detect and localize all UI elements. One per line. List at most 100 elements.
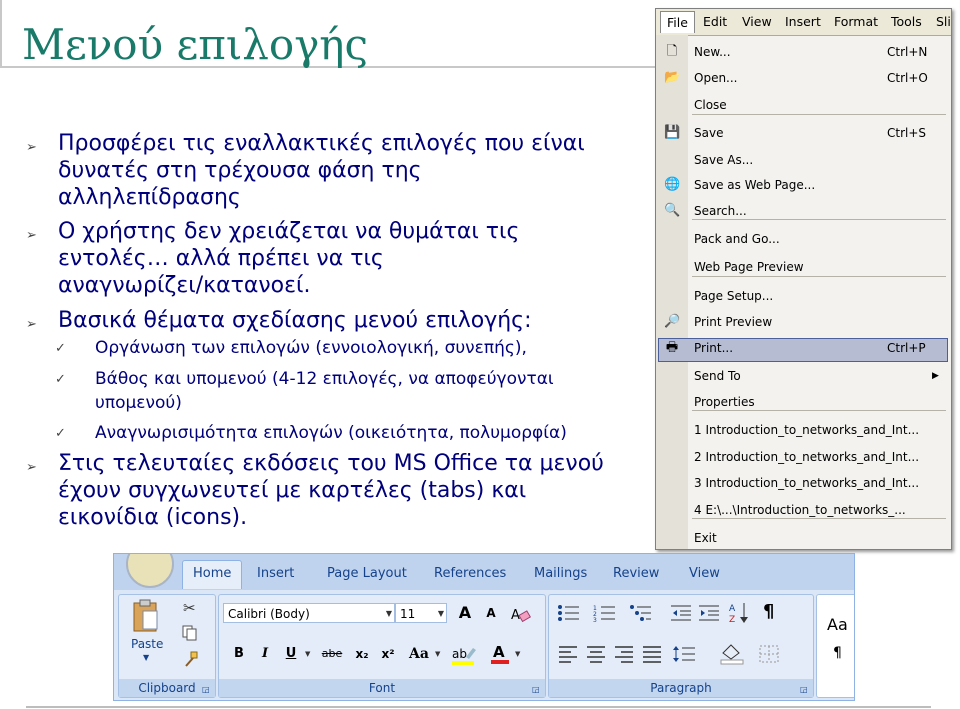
menu-item-web-page-preview[interactable]: Web Page Preview <box>656 257 948 279</box>
subscript-button[interactable]: x₂ <box>351 643 373 665</box>
menu-item-shortcut: Ctrl+N <box>887 45 928 59</box>
align-center-icon[interactable] <box>587 645 607 663</box>
bullet-marker: ➢ <box>26 460 37 475</box>
grow-font-icon[interactable]: A <box>453 602 477 624</box>
tab-mailings[interactable]: Mailings <box>534 566 587 581</box>
tab-references[interactable]: References <box>434 566 506 581</box>
menu-item-shortcut: Ctrl+S <box>887 126 927 140</box>
font-launcher-icon[interactable]: ◲ <box>532 685 541 694</box>
style-sample[interactable]: Aa <box>827 615 848 634</box>
menu-item-properties[interactable]: Properties <box>656 392 948 414</box>
bullet-marker: ➢ <box>26 140 37 155</box>
subbullet-text-line: Βάθος και υπομενού (4-12 επιλογές, να απ… <box>95 369 554 389</box>
menu-item-label: Web Page Preview <box>694 260 804 274</box>
numbering-icon[interactable]: 123 <box>593 603 617 624</box>
menu-bar-file[interactable]: File <box>660 11 695 33</box>
menu-item-label: Print Preview <box>694 315 773 329</box>
menu-item-close[interactable]: Close <box>656 95 948 117</box>
shading-icon[interactable] <box>719 643 745 665</box>
menu-item-label: 2 Introduction_to_networks_and_Int... <box>694 450 920 464</box>
paste-button[interactable]: Paste <box>131 637 163 651</box>
paste-dropdown-icon[interactable]: ▼ <box>143 653 149 662</box>
menu-item-shortcut: Ctrl+P <box>887 341 926 355</box>
tab-home[interactable]: Home <box>182 560 243 589</box>
menu-item-print-preview[interactable]: 🔎 Print Preview <box>656 312 948 334</box>
strikethrough-button[interactable]: abe <box>317 643 347 665</box>
align-right-icon[interactable] <box>615 645 635 663</box>
menu-item-new[interactable]: 🗋 New... Ctrl+N <box>656 42 948 64</box>
menu-item-print[interactable]: 🖶 Print... Ctrl+P <box>656 338 948 362</box>
borders-icon[interactable] <box>759 645 781 663</box>
menu-item-exit[interactable]: Exit <box>656 528 948 550</box>
change-case-button[interactable]: Aa <box>405 643 433 665</box>
menu-bar-edit[interactable]: Edit <box>703 14 727 29</box>
menu-item-1-introduction-to-networks-and-int[interactable]: 1 Introduction_to_networks_and_Int... <box>656 420 948 442</box>
print-preview-icon: 🔎 <box>664 314 681 329</box>
font-name-combo[interactable]: Calibri (Body) ▼ <box>223 603 395 623</box>
tab-page-layout[interactable]: Page Layout <box>327 566 407 581</box>
bullet-text-line: Ο χρήστης δεν χρειάζεται να θυμάται τις <box>58 219 520 244</box>
ribbon-screenshot: Home Insert Page Layout References Maili… <box>113 553 855 701</box>
office-button[interactable] <box>126 554 174 588</box>
tab-review[interactable]: Review <box>613 566 659 581</box>
paragraph-launcher-icon[interactable]: ◲ <box>800 685 809 694</box>
format-painter-icon[interactable] <box>183 651 199 667</box>
submenu-arrow-icon: ▶ <box>932 371 939 381</box>
tab-insert[interactable]: Insert <box>257 566 294 581</box>
decrease-indent-icon[interactable] <box>671 603 693 623</box>
menu-item-3-introduction-to-networks-and-int[interactable]: 3 Introduction_to_networks_and_Int... <box>656 473 948 495</box>
justify-icon[interactable] <box>643 645 663 663</box>
tab-view[interactable]: View <box>689 566 720 581</box>
menu-item-label: Pack and Go... <box>694 232 780 246</box>
clear-formatting-icon[interactable]: A <box>509 605 532 623</box>
italic-button[interactable]: I <box>255 643 275 665</box>
line-spacing-icon[interactable] <box>673 645 697 663</box>
menu-item-save-as[interactable]: Save As... <box>656 150 948 172</box>
increase-indent-icon[interactable] <box>699 603 721 623</box>
menu-item-page-setup[interactable]: Page Setup... <box>656 286 948 308</box>
multilevel-list-icon[interactable] <box>629 603 653 623</box>
font-name-dropdown-icon[interactable]: ▼ <box>386 604 392 624</box>
copy-icon[interactable] <box>182 625 198 641</box>
cut-icon[interactable]: ✂ <box>183 599 196 617</box>
svg-text:Z: Z <box>729 615 735 625</box>
menu-bar-format[interactable]: Format <box>834 14 878 29</box>
underline-button[interactable]: U <box>281 643 301 665</box>
paste-icon[interactable] <box>131 599 159 633</box>
subbullet-text-line: Αναγνωρισιμότητα επιλογών (οικειότητα, π… <box>95 423 567 443</box>
bullets-icon[interactable] <box>557 603 581 623</box>
clipboard-launcher-icon[interactable]: ◲ <box>202 685 211 694</box>
menu-item-open[interactable]: 📂 Open... Ctrl+O <box>656 68 948 90</box>
menu-item-label: Print... <box>694 341 734 355</box>
subbullet-check-icon: ✓ <box>55 341 66 356</box>
menu-bar-insert[interactable]: Insert <box>785 14 821 29</box>
highlight-color-icon[interactable]: ab <box>451 645 477 665</box>
menu-item-4-e-introduction-to-networks[interactable]: 4 E:\...\Introduction_to_networks_... <box>656 500 948 522</box>
menu-item-save[interactable]: 💾 Save Ctrl+S <box>656 123 948 145</box>
menu-item-send-to[interactable]: Send To ▶ <box>656 366 948 388</box>
bullet-marker: ➢ <box>26 228 37 243</box>
align-left-icon[interactable] <box>559 645 579 663</box>
sort-icon[interactable]: AZ <box>729 601 751 625</box>
subbullet-check-icon: ✓ <box>55 372 66 387</box>
shrink-font-icon[interactable]: A <box>479 602 503 624</box>
show-formatting-button[interactable]: ¶ <box>763 601 774 622</box>
menu-item-pack-and-go[interactable]: Pack and Go... <box>656 229 948 251</box>
menu-item-label: Send To <box>694 369 741 383</box>
svg-text:ab: ab <box>452 647 467 661</box>
font-group: Calibri (Body) ▼ 11 ▼ A A A B I U ▼ abe x₂… <box>218 594 546 698</box>
font-size-combo[interactable]: 11 ▼ <box>395 603 447 623</box>
font-color-icon[interactable]: A <box>489 643 511 665</box>
svg-text:A: A <box>493 643 505 661</box>
menu-item-2-introduction-to-networks-and-int[interactable]: 2 Introduction_to_networks_and_Int... <box>656 447 948 469</box>
superscript-button[interactable]: x² <box>377 643 399 665</box>
styles-gallery[interactable]: Aa ¶ <box>816 594 854 698</box>
menu-item-save-as-web-page[interactable]: 🌐 Save as Web Page... <box>656 175 948 197</box>
font-color-dropdown-icon[interactable]: ▼ <box>515 650 543 658</box>
font-size-dropdown-icon[interactable]: ▼ <box>438 604 444 624</box>
menu-bar-slide[interactable]: Sli <box>936 14 951 29</box>
menu-bar-tools[interactable]: Tools <box>891 14 922 29</box>
menu-item-search[interactable]: 🔍 Search... <box>656 201 948 223</box>
bold-button[interactable]: B <box>229 643 249 665</box>
menu-bar-view[interactable]: View <box>742 14 772 29</box>
